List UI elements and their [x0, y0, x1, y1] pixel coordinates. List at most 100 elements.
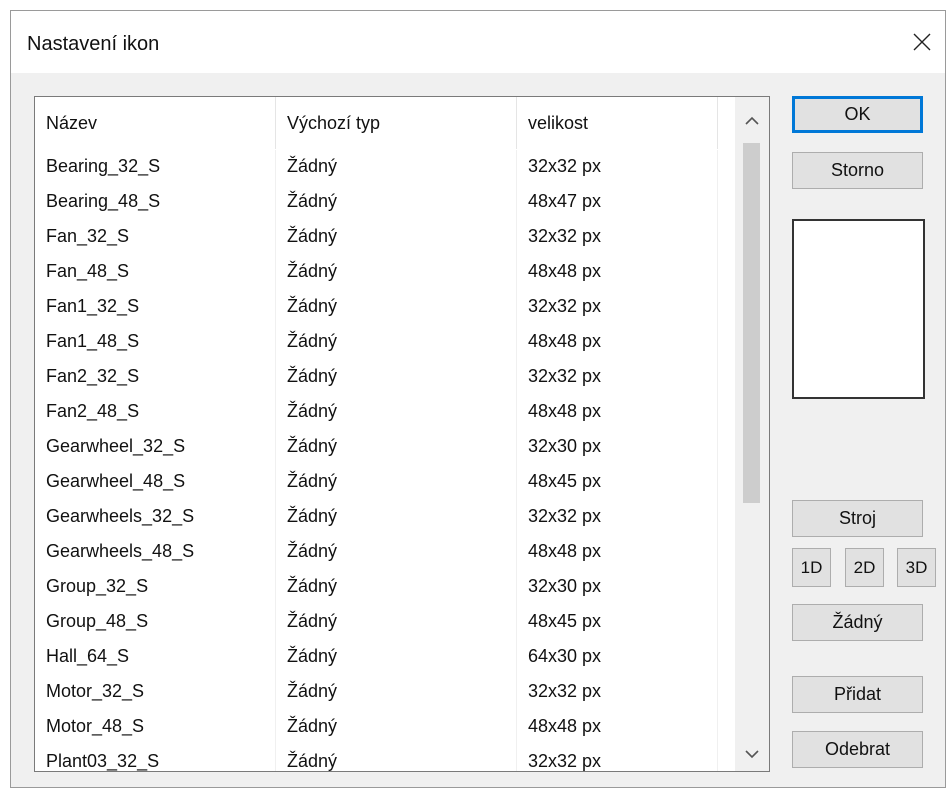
list-item[interactable]: Fan_48_S Žádný 48x48 px	[35, 255, 718, 290]
list-rows: Bearing_32_S Žádný 32x32 px Bearing_48_S Žád…	[35, 150, 718, 771]
list-item[interactable]: Group_32_S Žádný 32x30 px	[35, 570, 718, 605]
icon-name-cell: Plant03_32_S	[46, 751, 160, 771]
list-item[interactable]: Gearwheels_32_S Žádný 32x32 px	[35, 500, 718, 535]
cell-divider	[717, 430, 718, 465]
close-icon	[913, 33, 931, 51]
icon-size-cell: 32x32 px	[528, 506, 602, 526]
icon-preview	[792, 219, 925, 399]
cell-divider	[717, 220, 718, 255]
chevron-down-icon	[745, 750, 759, 759]
icon-size-cell: 32x30 px	[528, 576, 602, 596]
column-divider[interactable]	[717, 97, 718, 149]
cell-divider	[516, 535, 517, 570]
cell-divider	[717, 535, 718, 570]
cell-divider	[275, 220, 276, 255]
cell-divider	[516, 640, 517, 675]
column-header-default-type[interactable]: Výchozí typ	[276, 97, 516, 149]
cell-divider	[275, 640, 276, 675]
cell-divider	[717, 745, 718, 771]
list-item[interactable]: Bearing_48_S Žádný 48x47 px	[35, 185, 718, 220]
list-item[interactable]: Group_48_S Žádný 48x45 px	[35, 605, 718, 640]
cell-divider	[717, 185, 718, 220]
cell-divider	[516, 745, 517, 771]
icon-name-cell: Fan1_48_S	[46, 331, 140, 351]
cell-divider	[717, 325, 718, 360]
default-type-cell: Žádný	[287, 401, 338, 421]
icon-size-cell: 32x30 px	[528, 436, 602, 456]
cell-divider	[275, 675, 276, 710]
cancel-button[interactable]: Storno	[792, 152, 923, 189]
list-item[interactable]: Fan1_32_S Žádný 32x32 px	[35, 290, 718, 325]
list-item[interactable]: Fan2_32_S Žádný 32x32 px	[35, 360, 718, 395]
icon-size-cell: 32x32 px	[528, 366, 602, 386]
default-type-cell: Žádný	[287, 681, 338, 701]
icon-name-cell: Gearwheels_48_S	[46, 541, 195, 561]
icon-size-cell: 48x47 px	[528, 191, 602, 211]
list-header: Název Výchozí typ velikost	[35, 97, 718, 149]
cell-divider	[717, 255, 718, 290]
cell-divider	[275, 395, 276, 430]
cell-divider	[275, 325, 276, 360]
list-item[interactable]: Fan1_48_S Žádný 48x48 px	[35, 325, 718, 360]
cell-divider	[275, 150, 276, 185]
3d-button[interactable]: 3D	[897, 548, 936, 587]
list-item[interactable]: Gearwheel_32_S Žádný 32x30 px	[35, 430, 718, 465]
icon-size-cell: 48x48 px	[528, 261, 602, 281]
2d-button[interactable]: 2D	[845, 548, 884, 587]
list-item[interactable]: Fan2_48_S Žádný 48x48 px	[35, 395, 718, 430]
default-type-cell: Žádný	[287, 331, 338, 351]
list-item[interactable]: Motor_32_S Žádný 32x32 px	[35, 675, 718, 710]
1d-button[interactable]: 1D	[792, 548, 831, 587]
machine-button[interactable]: Stroj	[792, 500, 923, 537]
icon-size-cell: 64x30 px	[528, 646, 602, 666]
icon-size-cell: 32x32 px	[528, 681, 602, 701]
default-type-cell: Žádný	[287, 541, 338, 561]
list-item[interactable]: Gearwheel_48_S Žádný 48x45 px	[35, 465, 718, 500]
cell-divider	[275, 465, 276, 500]
cell-divider	[275, 290, 276, 325]
icon-size-cell: 48x48 px	[528, 331, 602, 351]
list-item[interactable]: Hall_64_S Žádný 64x30 px	[35, 640, 718, 675]
close-button[interactable]	[899, 11, 945, 73]
remove-button[interactable]: Odebrat	[792, 731, 923, 768]
vertical-scrollbar[interactable]	[735, 97, 769, 771]
icon-name-cell: Gearwheel_32_S	[46, 436, 186, 456]
cell-divider	[275, 570, 276, 605]
icon-name-cell: Motor_48_S	[46, 716, 145, 736]
cell-divider	[717, 395, 718, 430]
scroll-down-button[interactable]	[735, 737, 769, 771]
add-button[interactable]: Přidat	[792, 676, 923, 713]
cell-divider	[516, 500, 517, 535]
list-item[interactable]: Motor_48_S Žádný 48x48 px	[35, 710, 718, 745]
cell-divider	[516, 710, 517, 745]
none-type-button[interactable]: Žádný	[792, 604, 923, 641]
icon-settings-dialog: Nastavení ikon Název Výchozí typ velikos…	[10, 10, 946, 788]
cell-divider	[275, 185, 276, 220]
icon-size-cell: 32x32 px	[528, 156, 602, 176]
list-item[interactable]: Plant03_32_S Žádný 32x32 px	[35, 745, 718, 771]
default-type-cell: Žádný	[287, 506, 338, 526]
cell-divider	[516, 430, 517, 465]
icon-size-cell: 32x32 px	[528, 226, 602, 246]
default-type-cell: Žádný	[287, 191, 338, 211]
list-item[interactable]: Fan_32_S Žádný 32x32 px	[35, 220, 718, 255]
ok-button[interactable]: OK	[792, 96, 923, 133]
column-header-size[interactable]: velikost	[517, 97, 717, 149]
cell-divider	[275, 500, 276, 535]
cell-divider	[516, 150, 517, 185]
cell-divider	[717, 360, 718, 395]
cell-divider	[275, 360, 276, 395]
list-item[interactable]: Gearwheels_48_S Žádný 48x48 px	[35, 535, 718, 570]
default-type-cell: Žádný	[287, 226, 338, 246]
icon-list[interactable]: Název Výchozí typ velikost Bearing_32_S Ž…	[34, 96, 770, 772]
default-type-cell: Žádný	[287, 751, 338, 771]
title-bar: Nastavení ikon	[11, 11, 945, 73]
scrollbar-thumb[interactable]	[743, 143, 760, 503]
icon-name-cell: Bearing_32_S	[46, 156, 161, 176]
scroll-up-button[interactable]	[735, 104, 769, 138]
icon-size-cell: 48x45 px	[528, 611, 602, 631]
list-item[interactable]: Bearing_32_S Žádný 32x32 px	[35, 150, 718, 185]
chevron-up-icon	[745, 116, 759, 125]
column-header-name[interactable]: Název	[35, 97, 275, 149]
cell-divider	[717, 640, 718, 675]
